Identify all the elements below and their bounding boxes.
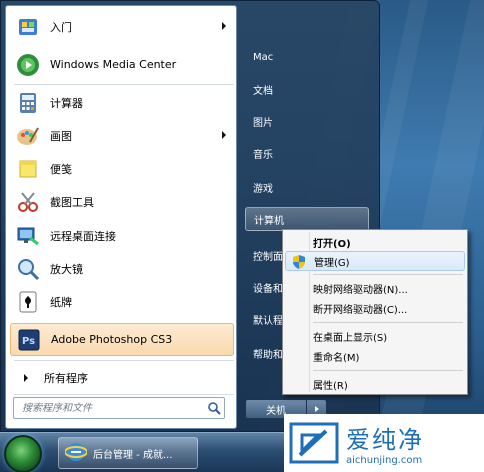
program-list-pane: 入门 Windows Media Center 计算器 画图 便笺 截图工具 远…	[5, 5, 237, 429]
menu-item-label: 管理(G)	[314, 257, 350, 269]
menu-item-map-drive[interactable]: 映射网络驱动器(N)...	[285, 278, 465, 298]
program-item-getting-started[interactable]: 入门	[10, 10, 234, 43]
program-item-sticky-notes[interactable]: 便笺	[10, 152, 234, 185]
remote-desktop-icon	[16, 224, 40, 248]
program-label: 远程桌面连接	[50, 229, 116, 243]
all-programs-button[interactable]: 所有程序	[10, 366, 234, 390]
all-programs-label: 所有程序	[44, 372, 88, 385]
arrow-right-icon	[24, 374, 28, 382]
media-center-icon	[16, 53, 40, 77]
program-item-remote-desktop[interactable]: 远程桌面连接	[10, 219, 234, 252]
program-item-media-center[interactable]: Windows Media Center	[10, 48, 234, 81]
program-label: 放大镜	[50, 262, 83, 276]
separator	[14, 84, 234, 85]
taskbar-button-label: 后台管理 - 成就...	[93, 449, 173, 461]
program-item-magnifier[interactable]: 放大镜	[10, 252, 234, 285]
separator	[14, 394, 234, 395]
program-label: 画图	[50, 129, 72, 143]
svg-text:Ps: Ps	[22, 336, 35, 347]
menu-separator	[313, 322, 463, 323]
watermark-logo-icon	[289, 422, 339, 464]
context-menu: 打开(O) 管理(G) 映射网络驱动器(N)... 断开网络驱动器(C)... …	[282, 229, 468, 395]
watermark-url: aichunjing.com	[346, 455, 423, 466]
menu-item-properties[interactable]: 属性(R)	[285, 374, 465, 394]
program-label: 截图工具	[50, 195, 94, 209]
program-item-calculator[interactable]: 计算器	[10, 86, 234, 119]
calculator-icon	[16, 91, 40, 115]
right-item-documents[interactable]: 文档	[245, 77, 369, 101]
menu-item-rename[interactable]: 重命名(M)	[285, 346, 465, 366]
menu-separator	[313, 370, 463, 371]
search-icon[interactable]	[204, 398, 224, 418]
taskbar-button-ie[interactable]: 后台管理 - 成就...	[58, 437, 198, 469]
shield-icon	[291, 254, 307, 270]
solitaire-icon	[16, 290, 40, 314]
menu-item-disconnect-drive[interactable]: 断开网络驱动器(C)...	[285, 298, 465, 318]
arrow-right-icon	[314, 406, 319, 412]
right-item-games[interactable]: 游戏	[245, 175, 369, 199]
program-label: Adobe Photoshop CS3	[51, 333, 173, 346]
program-item-solitaire[interactable]: 纸牌	[10, 285, 234, 318]
separator	[14, 360, 234, 361]
watermark: 爱纯净 aichunjing.com	[284, 414, 484, 472]
internet-explorer-icon	[64, 441, 88, 466]
magnifier-icon	[16, 257, 40, 281]
snipping-tool-icon	[16, 190, 40, 214]
search-input[interactable]	[14, 399, 204, 417]
program-label: 入门	[50, 20, 72, 34]
paint-icon	[16, 124, 40, 148]
watermark-brand: 爱纯净	[346, 426, 424, 454]
program-label: 便笺	[50, 162, 72, 176]
getting-started-icon	[16, 15, 40, 39]
menu-separator	[313, 274, 463, 275]
right-item-music[interactable]: 音乐	[245, 141, 369, 165]
right-item-user[interactable]: Mac	[245, 45, 369, 69]
photoshop-icon: Ps	[17, 328, 41, 352]
program-label: Windows Media Center	[50, 58, 177, 71]
program-item-snipping-tool[interactable]: 截图工具	[10, 185, 234, 218]
watermark-text: 爱纯净 aichunjing.com	[346, 420, 424, 466]
menu-item-show-on-desktop[interactable]: 在桌面上显示(S)	[285, 326, 465, 346]
search-box	[13, 397, 225, 419]
sticky-notes-icon	[16, 157, 40, 181]
menu-item-manage[interactable]: 管理(G)	[285, 251, 465, 271]
right-item-pictures[interactable]: 图片	[245, 109, 369, 133]
menu-item-open[interactable]: 打开(O)	[285, 232, 465, 252]
start-button[interactable]	[4, 435, 42, 472]
right-item-computer[interactable]: 计算机	[245, 207, 369, 231]
submenu-arrow-icon	[222, 22, 226, 30]
program-item-paint[interactable]: 画图	[10, 119, 234, 152]
program-label: 计算器	[50, 96, 83, 110]
program-item-photoshop[interactable]: Ps Adobe Photoshop CS3	[10, 323, 234, 356]
submenu-arrow-icon	[222, 131, 226, 139]
program-label: 纸牌	[50, 295, 72, 309]
